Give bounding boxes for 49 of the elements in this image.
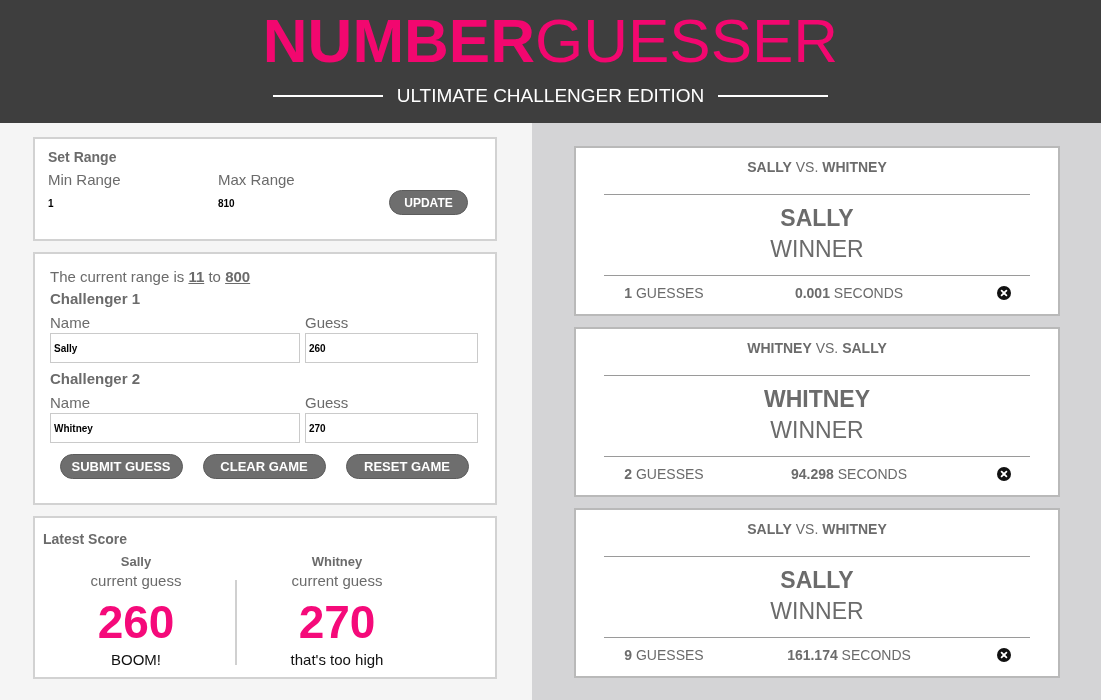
challenger-heading: Challenger 1 [50,289,141,309]
action-button[interactable]: RESET GAME [345,454,469,479]
winner-name: SALLY [780,205,854,231]
matchup-title: SALLY VS. WHITNEY [747,158,887,176]
app-title: NUMBERGUESSER [262,10,839,72]
guess-number: 270 [298,597,376,647]
guess-field[interactable]: 260 [305,333,478,363]
elapsed-time: 94.298 SECONDS [791,465,907,483]
guess-field[interactable]: 270 [305,413,478,443]
action-button[interactable]: CLEAR GAME [202,454,326,479]
winner-label: WINNER [770,236,864,262]
guess-count: 9 GUESSES [624,646,704,664]
winner-label: WINNER [770,598,864,624]
min-range-field[interactable]: 1 [48,193,60,213]
guess-number: 260 [97,597,175,647]
update-button[interactable]: UPDATE [389,190,468,215]
close-icon[interactable] [997,467,1011,481]
guess-count: 2 GUESSES [624,465,704,483]
guess-count: 1 GUESSES [624,284,704,302]
challenger-heading: Challenger 2 [50,369,141,389]
card-title: Set Range [48,148,117,166]
name-field[interactable]: Whitney [50,413,300,443]
field-label: Name [50,394,90,412]
field-label: Name [50,314,90,332]
elapsed-time: 161.174 SECONDS [787,646,911,664]
field-label: Guess [305,394,349,412]
field-label: Guess [305,314,349,332]
name-field[interactable]: Sally [50,333,300,363]
winner-name: SALLY [780,567,854,593]
max-range-field[interactable]: 810 [218,193,241,213]
app-subtitle: ULTIMATE CHALLENGER EDITION [396,85,705,107]
close-icon[interactable] [997,286,1011,300]
feedback-text: that's too high [290,651,384,669]
matchup-title: WHITNEY VS. SALLY [747,339,887,357]
guess-caption: current guess [291,572,383,590]
card-title: Latest Score [43,530,128,548]
current-range-text: The current range is 11 to 800 [50,267,251,287]
feedback-text: BOOM! [111,651,161,669]
winner-label: WINNER [770,417,864,443]
close-icon[interactable] [997,648,1011,662]
matchup-title: SALLY VS. WHITNEY [747,520,887,538]
elapsed-time: 0.001 SECONDS [794,284,904,302]
field-label: Max Range [218,171,295,189]
winner-name: WHITNEY [763,386,871,412]
action-button[interactable]: SUBMIT GUESS [59,454,183,479]
player-name: Whitney [311,554,363,570]
player-name: Sally [120,554,152,570]
field-label: Min Range [48,171,121,189]
guess-caption: current guess [90,572,182,590]
